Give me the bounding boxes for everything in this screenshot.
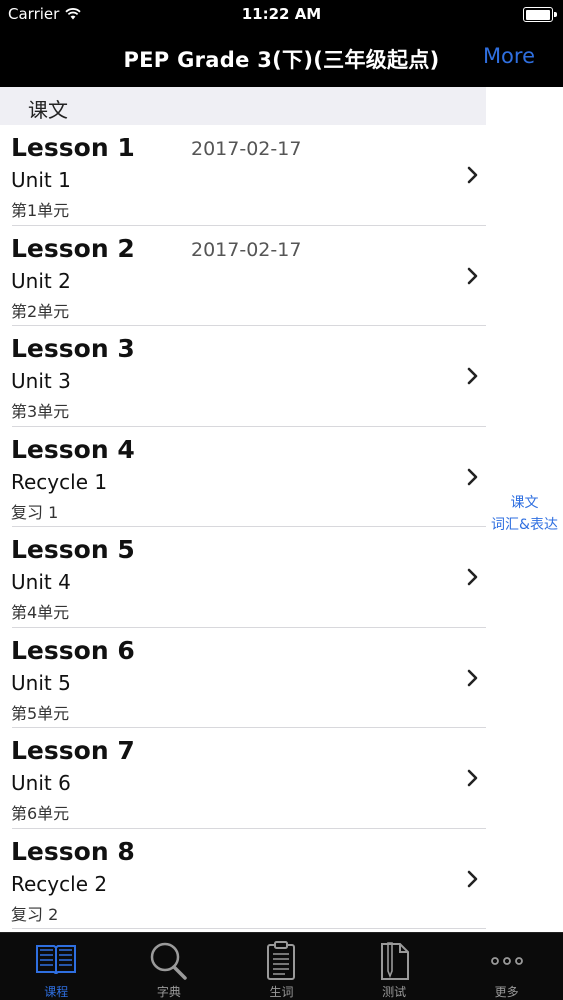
chevron-right-icon: [467, 367, 478, 385]
lesson-row-5[interactable]: Lesson 5 Unit 4 第4单元: [0, 527, 486, 628]
lesson-unit: Unit 2: [11, 268, 71, 293]
tab-label: 课程: [44, 985, 69, 999]
app-screen: Carrier 11:22 AM PEP Grade 3(下)(三年级起点) M…: [0, 0, 563, 1000]
lesson-title: Lesson 1: [11, 133, 135, 162]
tab-label: 生词: [269, 985, 294, 999]
lesson-unit: Recycle 1: [11, 469, 108, 494]
more-dots-icon: [490, 957, 523, 965]
lesson-unit-cn: 复习 2: [11, 904, 59, 924]
lesson-title: Lesson 2: [11, 233, 135, 263]
lesson-title: Lesson 3: [11, 334, 135, 363]
lesson-row-4[interactable]: Lesson 4 Recycle 1 复习 1: [0, 426, 486, 527]
tab-new-words[interactable]: 生词: [225, 933, 338, 1000]
lesson-title: Lesson 4: [11, 434, 135, 464]
lesson-date: 2017-02-17: [191, 138, 302, 160]
book-icon: [36, 945, 77, 974]
lesson-unit: Unit 6: [11, 771, 71, 795]
tab-label: 更多: [494, 985, 519, 999]
tab-dictionary[interactable]: 字典: [113, 933, 226, 1000]
magnifier-icon: [150, 942, 187, 980]
chevron-right-icon: [467, 769, 478, 787]
section-index: 课文 词汇&表达: [486, 492, 563, 536]
page-title: PEP Grade 3(下)(三年级起点): [123, 48, 440, 72]
pen-paper-icon: [381, 942, 410, 980]
lesson-row-2[interactable]: Lesson 2 2017-02-17 Unit 2 第2单元: [0, 225, 486, 326]
lesson-unit-cn: 第6单元: [11, 804, 70, 823]
more-button[interactable]: More: [483, 44, 535, 68]
lesson-unit: Unit 3: [11, 369, 71, 393]
navigation-bar: PEP Grade 3(下)(三年级起点) More: [0, 30, 563, 87]
tab-courses[interactable]: 课程: [0, 933, 113, 1000]
lesson-title: Lesson 5: [11, 535, 135, 564]
status-time: 11:22 AM: [241, 5, 322, 23]
section-index-item-vocabulary[interactable]: 词汇&表达: [486, 514, 563, 536]
section-index-item-lessons[interactable]: 课文: [486, 492, 563, 514]
lesson-title: Lesson 8: [11, 836, 135, 866]
lesson-unit-cn: 第4单元: [11, 603, 70, 622]
lesson-unit: Unit 5: [11, 670, 71, 695]
section-header: 课文: [0, 87, 486, 125]
chevron-right-icon: [467, 568, 478, 586]
tab-more[interactable]: 更多: [450, 933, 563, 1000]
lesson-unit: Unit 4: [11, 570, 71, 594]
lesson-unit-cn: 复习 1: [11, 502, 59, 522]
lesson-unit-cn: 第3单元: [11, 402, 70, 421]
chevron-right-icon: [467, 468, 478, 485]
lesson-row-6[interactable]: Lesson 6 Unit 5 第5单元: [0, 627, 486, 728]
lesson-unit: Unit 1: [11, 168, 71, 192]
lesson-unit: Recycle 2: [11, 871, 108, 896]
lesson-title: Lesson 6: [11, 635, 135, 665]
chevron-right-icon: [467, 267, 478, 284]
tab-label: 字典: [156, 985, 181, 999]
tab-label: 测试: [382, 985, 407, 999]
lesson-row-3[interactable]: Lesson 3 Unit 3 第3单元: [0, 326, 486, 427]
tab-test[interactable]: 测试: [338, 933, 451, 1000]
chevron-right-icon: [467, 166, 478, 184]
lesson-row-1[interactable]: Lesson 1 2017-02-17 Unit 1 第1单元: [0, 125, 486, 226]
lesson-title: Lesson 7: [11, 736, 135, 765]
chevron-right-icon: [467, 870, 478, 887]
lesson-unit-cn: 第5单元: [11, 703, 70, 723]
lesson-row-7[interactable]: Lesson 7 Unit 6 第6单元: [0, 728, 486, 829]
lesson-row-8[interactable]: Lesson 8 Recycle 2 复习 2: [0, 828, 486, 929]
lesson-date: 2017-02-17: [191, 238, 302, 261]
lesson-unit-cn: 第1单元: [11, 201, 70, 220]
battery-icon: [523, 7, 557, 22]
chevron-right-icon: [467, 669, 478, 686]
tab-bar: 课程 字典 生词 测试 更多: [0, 932, 563, 1000]
lesson-unit-cn: 第2单元: [11, 301, 70, 321]
lesson-list: Lesson 1 2017-02-17 Unit 1 第1单元 Lesson 2…: [0, 125, 486, 929]
status-bar: Carrier 11:22 AM: [0, 0, 563, 30]
clipboard-icon: [267, 941, 296, 980]
